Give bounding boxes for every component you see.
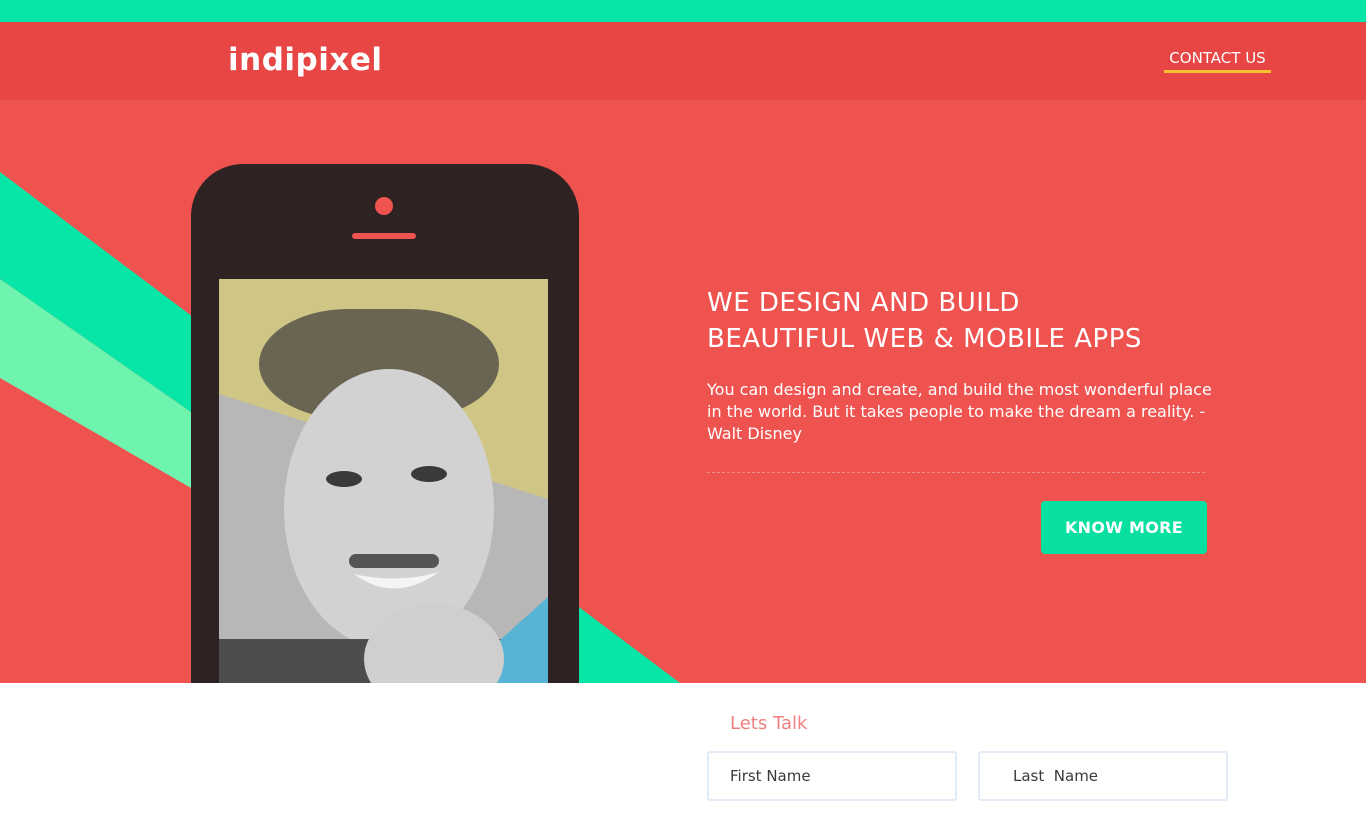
portrait-eye-left (326, 471, 362, 487)
top-accent-strip (0, 0, 1366, 22)
portrait-face (284, 369, 494, 649)
portrait-eye-right (411, 466, 447, 482)
portrait-image (219, 279, 548, 683)
contact-form-title: Lets Talk (730, 713, 808, 734)
brand-logo[interactable]: indipixel (228, 40, 382, 80)
phone-screen-portrait (219, 279, 548, 683)
last-name-input[interactable] (978, 751, 1228, 801)
top-navbar: indipixel CONTACT US (0, 22, 1366, 100)
hero-divider (707, 472, 1205, 473)
phone-speaker-icon (352, 233, 416, 239)
hero-headline: WE DESIGN AND BUILD BEAUTIFUL WEB & MOBI… (707, 285, 1142, 357)
phone-camera-icon (375, 197, 393, 215)
headline-line-1: WE DESIGN AND BUILD (707, 288, 1020, 318)
headline-line-2: BEAUTIFUL WEB & MOBILE APPS (707, 324, 1142, 354)
first-name-input[interactable] (707, 751, 957, 801)
know-more-button[interactable]: KNOW MORE (1041, 501, 1207, 554)
hero-quote: You can design and create, and build the… (707, 380, 1212, 443)
phone-mockup (191, 164, 579, 683)
portrait-mustache (349, 554, 439, 568)
contact-us-link[interactable]: CONTACT US (1164, 48, 1271, 73)
